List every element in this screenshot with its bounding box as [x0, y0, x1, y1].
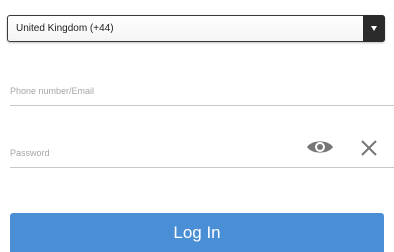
chevron-down-icon [371, 26, 377, 31]
close-icon[interactable] [360, 139, 378, 157]
login-form: United Kingdom (+44) Log In [0, 0, 394, 252]
country-code-value: United Kingdom (+44) [16, 23, 114, 34]
phone-email-input[interactable] [10, 83, 310, 99]
log-in-button[interactable]: Log In [10, 213, 384, 252]
eye-icon[interactable] [306, 139, 334, 155]
password-input[interactable] [10, 145, 310, 161]
select-caret-button[interactable] [363, 15, 385, 42]
country-code-select[interactable]: United Kingdom (+44) [7, 15, 385, 42]
password-field-container [10, 139, 394, 168]
phone-email-field [10, 77, 394, 106]
